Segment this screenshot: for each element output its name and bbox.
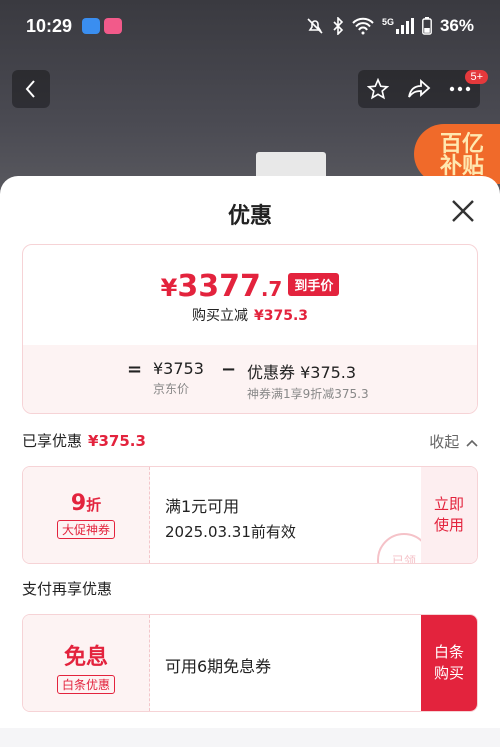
currency-symbol: ¥ bbox=[160, 274, 178, 302]
bottom-strip bbox=[0, 728, 500, 747]
bluetooth-icon bbox=[333, 17, 344, 35]
installment-value-panel: 免息 白条优惠 bbox=[23, 615, 150, 711]
battery-percent: 36% bbox=[439, 16, 474, 35]
baitiao-buy-button[interactable]: 白条 购买 bbox=[421, 615, 477, 711]
back-button[interactable] bbox=[12, 70, 50, 108]
pay-section-title: 支付再享优惠 bbox=[22, 580, 113, 598]
status-bar: 10:29 5G 36% bbox=[0, 0, 500, 54]
signal-icon bbox=[395, 18, 414, 34]
collapse-label: 收起 bbox=[429, 433, 460, 451]
coupon-info: 满1元可用 2025.03.31前有效 bbox=[165, 493, 296, 542]
coupon-discount: 9 bbox=[70, 491, 87, 516]
base-price: ¥3753 bbox=[153, 359, 204, 378]
formula-equal: = bbox=[127, 359, 143, 380]
action-group bbox=[358, 70, 480, 108]
photo-app-icon bbox=[104, 18, 122, 34]
price-integer: 3377 bbox=[177, 269, 261, 304]
installment-title: 可用6期免息券 bbox=[165, 657, 272, 676]
coupon-title: 满1元可用 bbox=[165, 497, 240, 516]
price-formula: = ¥3753 京东价 − 优惠券 ¥375.3 神券满1享9折减375.3 bbox=[23, 345, 477, 413]
formula-minus: − bbox=[221, 359, 237, 380]
wifi-icon bbox=[352, 17, 374, 35]
chevron-left-icon bbox=[25, 80, 35, 98]
sheet-title: 优惠 bbox=[227, 204, 272, 229]
instant-discount-value: ¥375.3 bbox=[253, 308, 309, 324]
battery-icon bbox=[422, 17, 432, 35]
use-now-button[interactable]: 立即 使用 bbox=[421, 467, 477, 563]
top-nav: 5+ bbox=[0, 70, 500, 110]
coupon-desc: 神券满1享9折减375.3 bbox=[247, 387, 369, 401]
installment-free-label: 免息 bbox=[63, 645, 108, 670]
promo-text: 百亿 补贴 bbox=[440, 132, 485, 179]
network-type: 5G bbox=[381, 17, 394, 27]
enjoyed-discount: 已享优惠 ¥375.3 bbox=[22, 430, 146, 451]
coupon-value-panel: 9折 大促神券 bbox=[23, 467, 150, 563]
share-icon[interactable] bbox=[407, 78, 431, 100]
installment-info: 可用6期免息券 bbox=[165, 653, 271, 677]
close-icon[interactable] bbox=[450, 198, 476, 224]
coupon-discount-unit: 折 bbox=[86, 496, 102, 514]
final-price: ¥3377.7 到手价 bbox=[23, 269, 477, 304]
chevron-up-icon bbox=[466, 439, 478, 447]
coupon-amount: 优惠券 ¥375.3 bbox=[247, 363, 357, 382]
base-price-label: 京东价 bbox=[153, 382, 190, 396]
status-time: 10:29 bbox=[26, 16, 73, 36]
baitiao-buy-label: 白条 购买 bbox=[433, 643, 464, 682]
instant-discount: 购买立减 ¥375.3 bbox=[23, 305, 477, 325]
price-card: ¥3377.7 到手价 购买立减 ¥375.3 = ¥3753 京东价 − 优惠券 … bbox=[22, 244, 478, 414]
formula-base: ¥3753 京东价 bbox=[153, 359, 204, 397]
message-count-badge: 5+ bbox=[465, 70, 488, 84]
use-now-label: 立即 使用 bbox=[433, 495, 464, 534]
coupon-validity: 2025.03.31前有效 bbox=[165, 523, 296, 541]
enjoyed-value: ¥375.3 bbox=[88, 432, 146, 450]
mute-icon bbox=[307, 18, 323, 34]
coupon-type-tag: 大促神券 bbox=[56, 520, 115, 539]
gallery-app-icon bbox=[82, 18, 100, 34]
installment-card: 免息 白条优惠 可用6期免息券 白条 购买 bbox=[22, 614, 478, 712]
instant-discount-label: 购买立减 bbox=[191, 308, 248, 324]
discount-sheet: 优惠 ¥3377.7 到手价 购买立减 ¥375.3 = ¥3753 京东价 − 优… bbox=[0, 176, 500, 747]
star-icon[interactable] bbox=[367, 78, 389, 100]
promo-badge[interactable]: 百亿 补贴 bbox=[414, 124, 500, 184]
more-icon[interactable] bbox=[449, 86, 471, 92]
installment-type-tag: 白条优惠 bbox=[56, 675, 115, 694]
enjoyed-label: 已享优惠 bbox=[22, 432, 83, 450]
price-decimal: .7 bbox=[260, 277, 283, 301]
final-price-tag: 到手价 bbox=[288, 273, 340, 296]
formula-coupon: 优惠券 ¥375.3 神券满1享9折减375.3 bbox=[247, 359, 369, 402]
collapse-button[interactable]: 收起 bbox=[429, 431, 478, 452]
coupon-card: 9折 大促神券 满1元可用 2025.03.31前有效 已领 立即 使用 bbox=[22, 466, 478, 564]
